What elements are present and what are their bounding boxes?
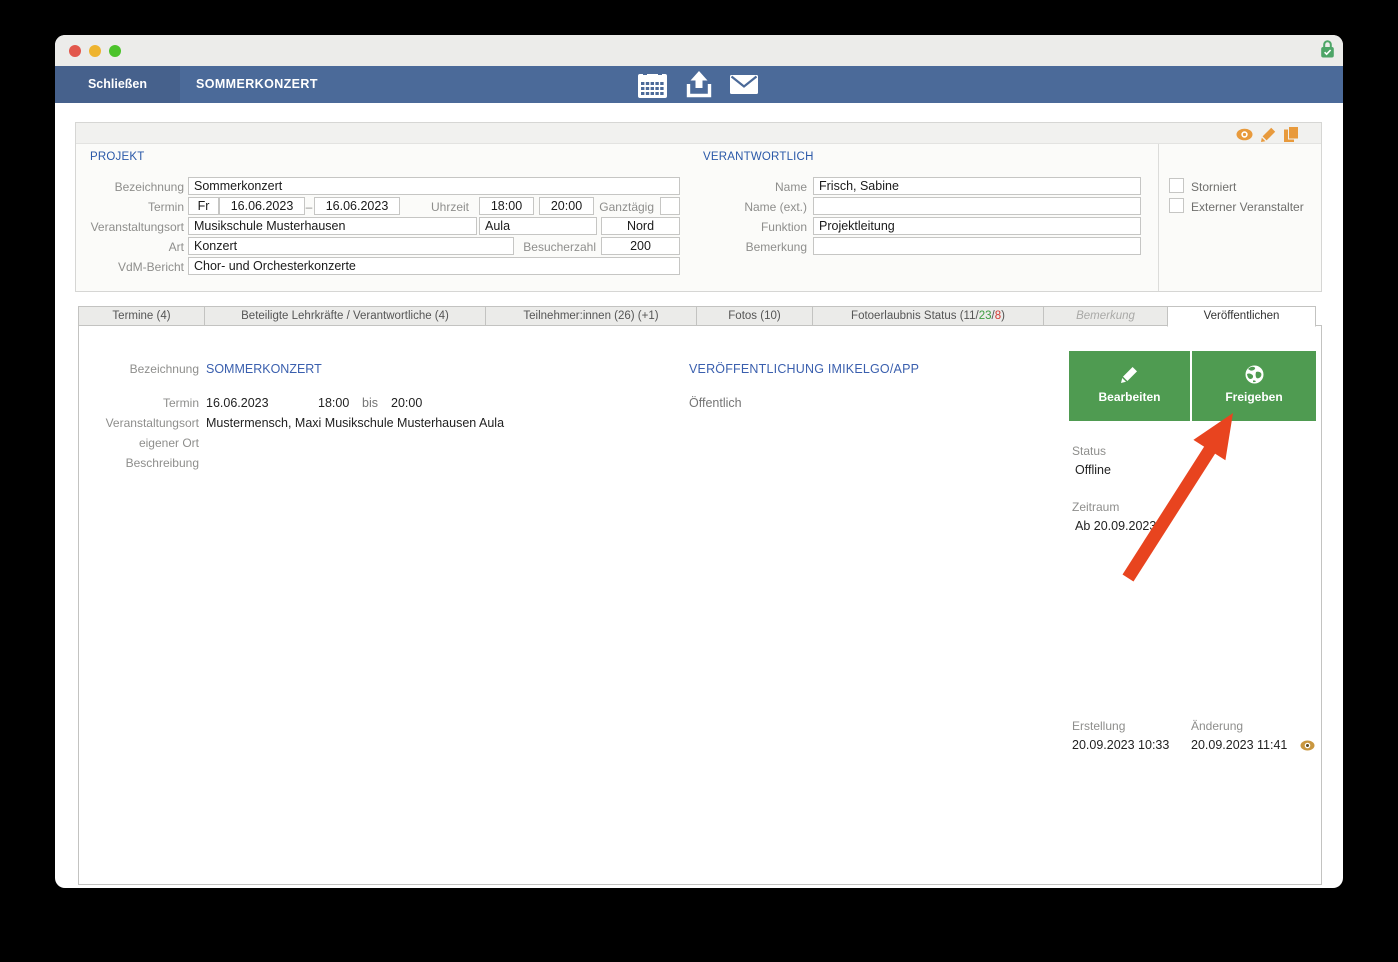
lock-icon xyxy=(1320,39,1335,64)
pencil-icon xyxy=(1121,365,1138,383)
beschreibung-label: Beschreibung xyxy=(125,456,199,470)
mail-icon[interactable] xyxy=(730,66,758,103)
bemerkung-label: Bemerkung xyxy=(745,240,807,254)
vdm-label: VdM-Bericht xyxy=(117,260,184,274)
storniert-checkbox[interactable] xyxy=(1169,178,1184,193)
name-label: Name xyxy=(774,180,807,194)
tab-fotoerlaubnis[interactable]: Fotoerlaubnis Status (11/23/8) xyxy=(812,306,1044,326)
erstellung-label: Erstellung xyxy=(1072,719,1126,733)
tab-bemerkung[interactable]: Bemerkung xyxy=(1043,306,1168,326)
app-window: Schließen SOMMERKONZERT PROJEKT Bezeichn… xyxy=(55,35,1343,888)
besucherzahl-input[interactable]: 200 xyxy=(601,237,680,255)
publish-bis-label: bis xyxy=(362,396,378,410)
art-input[interactable]: Konzert xyxy=(188,237,514,255)
close-button[interactable]: Schließen xyxy=(55,66,180,103)
toolbar: Schließen SOMMERKONZERT xyxy=(55,66,1343,103)
copy-icon[interactable] xyxy=(1284,126,1299,147)
name-ext-input[interactable] xyxy=(813,197,1141,215)
tab-termine[interactable]: Termine (4) xyxy=(78,306,205,326)
bemerkung-input[interactable] xyxy=(813,237,1141,255)
pencil-icon[interactable] xyxy=(1261,127,1276,147)
veroeffentlichen-panel: Bezeichnung SOMMERKONZERT Termin 16.06.2… xyxy=(78,325,1322,885)
eigener-ort-label: eigener Ort xyxy=(138,436,199,450)
verantwortlich-heading: VERANTWORTLICH xyxy=(703,151,814,163)
status-label: Status xyxy=(1072,444,1107,458)
weekday-input[interactable]: Fr xyxy=(188,197,219,215)
externer-veranstalter-checkbox[interactable] xyxy=(1169,198,1184,213)
zeitraum-value: Ab 20.09.2023 xyxy=(1075,519,1157,533)
tab-teilnehmer[interactable]: Teilnehmer:innen (26) (+1) xyxy=(485,306,697,326)
aenderung-value: 20.09.2023 11:41 xyxy=(1191,738,1288,752)
date-separator: – xyxy=(305,200,313,214)
project-panel-header xyxy=(76,123,1321,144)
date-start-input[interactable]: 16.06.2023 xyxy=(219,197,305,215)
titlebar xyxy=(55,35,1343,66)
publish-section-heading: VERÖFFENTLICHUNG IMIKELGO/APP xyxy=(689,362,920,376)
freigeben-button[interactable]: Freigeben xyxy=(1192,351,1316,421)
upload-icon[interactable] xyxy=(685,66,713,103)
publish-termin-date: 16.06.2023 xyxy=(206,396,269,410)
tab-fotos[interactable]: Fotos (10) xyxy=(696,306,813,326)
name-ext-label: Name (ext.) xyxy=(744,200,807,214)
publish-veranstaltungsort-label: Veranstaltungsort xyxy=(105,416,199,430)
storniert-label: Storniert xyxy=(1191,180,1237,194)
vdm-input[interactable]: Chor- und Orchesterkonzerte xyxy=(188,257,680,275)
bezeichnung-input[interactable]: Sommerkonzert xyxy=(188,177,680,195)
veranstaltungsort-input[interactable]: Musikschule Musterhausen xyxy=(188,217,477,235)
ganztaegig-label: Ganztägig xyxy=(599,200,654,214)
globe-icon xyxy=(1245,365,1264,383)
ganztaegig-checkbox[interactable] xyxy=(660,197,680,215)
zeitraum-label: Zeitraum xyxy=(1072,500,1120,514)
close-traffic-light[interactable] xyxy=(69,45,81,57)
calendar-icon[interactable] xyxy=(638,66,667,103)
oeffentlich-label: Öffentlich xyxy=(689,396,742,410)
bereich-input[interactable]: Nord xyxy=(601,217,680,235)
time-start-input[interactable]: 18:00 xyxy=(479,197,534,215)
erstellung-value: 20.09.2023 10:33 xyxy=(1072,738,1170,752)
aenderung-label: Änderung xyxy=(1191,719,1244,733)
name-input[interactable]: Frisch, Sabine xyxy=(813,177,1141,195)
veranstaltungsort-label: Veranstaltungsort xyxy=(90,220,184,234)
zoom-traffic-light[interactable] xyxy=(109,45,121,57)
tab-lehrkraefte[interactable]: Beteiligte Lehrkräfte / Verantwortliche … xyxy=(204,306,486,326)
publish-termin-start: 18:00 xyxy=(318,396,350,410)
panel-divider xyxy=(1158,144,1159,291)
raum-input[interactable]: Aula xyxy=(479,217,597,235)
project-panel: PROJEKT Bezeichnung Sommerkonzert Termin… xyxy=(75,122,1322,292)
publish-termin-end: 20:00 xyxy=(391,396,423,410)
minimize-traffic-light[interactable] xyxy=(89,45,101,57)
publish-veranstaltungsort-value: Mustermensch, Maxi Musikschule Musterhau… xyxy=(206,416,505,430)
projekt-heading: PROJEKT xyxy=(90,151,145,163)
uhrzeit-label: Uhrzeit xyxy=(430,200,469,214)
publish-bezeichnung-value: SOMMERKONZERT xyxy=(206,362,322,376)
window-title: SOMMERKONZERT xyxy=(196,77,318,91)
externer-veranstalter-label: Externer Veranstalter xyxy=(1191,200,1304,214)
funktion-label: Funktion xyxy=(760,220,807,234)
publish-termin-label: Termin xyxy=(162,396,199,410)
tab-bar: Termine (4) Beteiligte Lehrkräfte / Vera… xyxy=(78,306,1316,327)
funktion-input[interactable]: Projektleitung xyxy=(813,217,1141,235)
history-eye-icon[interactable] xyxy=(1300,738,1315,756)
termin-label: Termin xyxy=(147,200,184,214)
publish-bezeichnung-label: Bezeichnung xyxy=(129,362,199,376)
eye-icon[interactable] xyxy=(1236,128,1253,146)
status-value: Offline xyxy=(1075,463,1111,477)
bearbeiten-button[interactable]: Bearbeiten xyxy=(1069,351,1190,421)
tab-veroeffentlichen[interactable]: Veröffentlichen xyxy=(1167,306,1316,327)
bezeichnung-label: Bezeichnung xyxy=(114,180,184,194)
besucherzahl-label: Besucherzahl xyxy=(523,240,596,254)
art-label: Art xyxy=(168,240,184,254)
